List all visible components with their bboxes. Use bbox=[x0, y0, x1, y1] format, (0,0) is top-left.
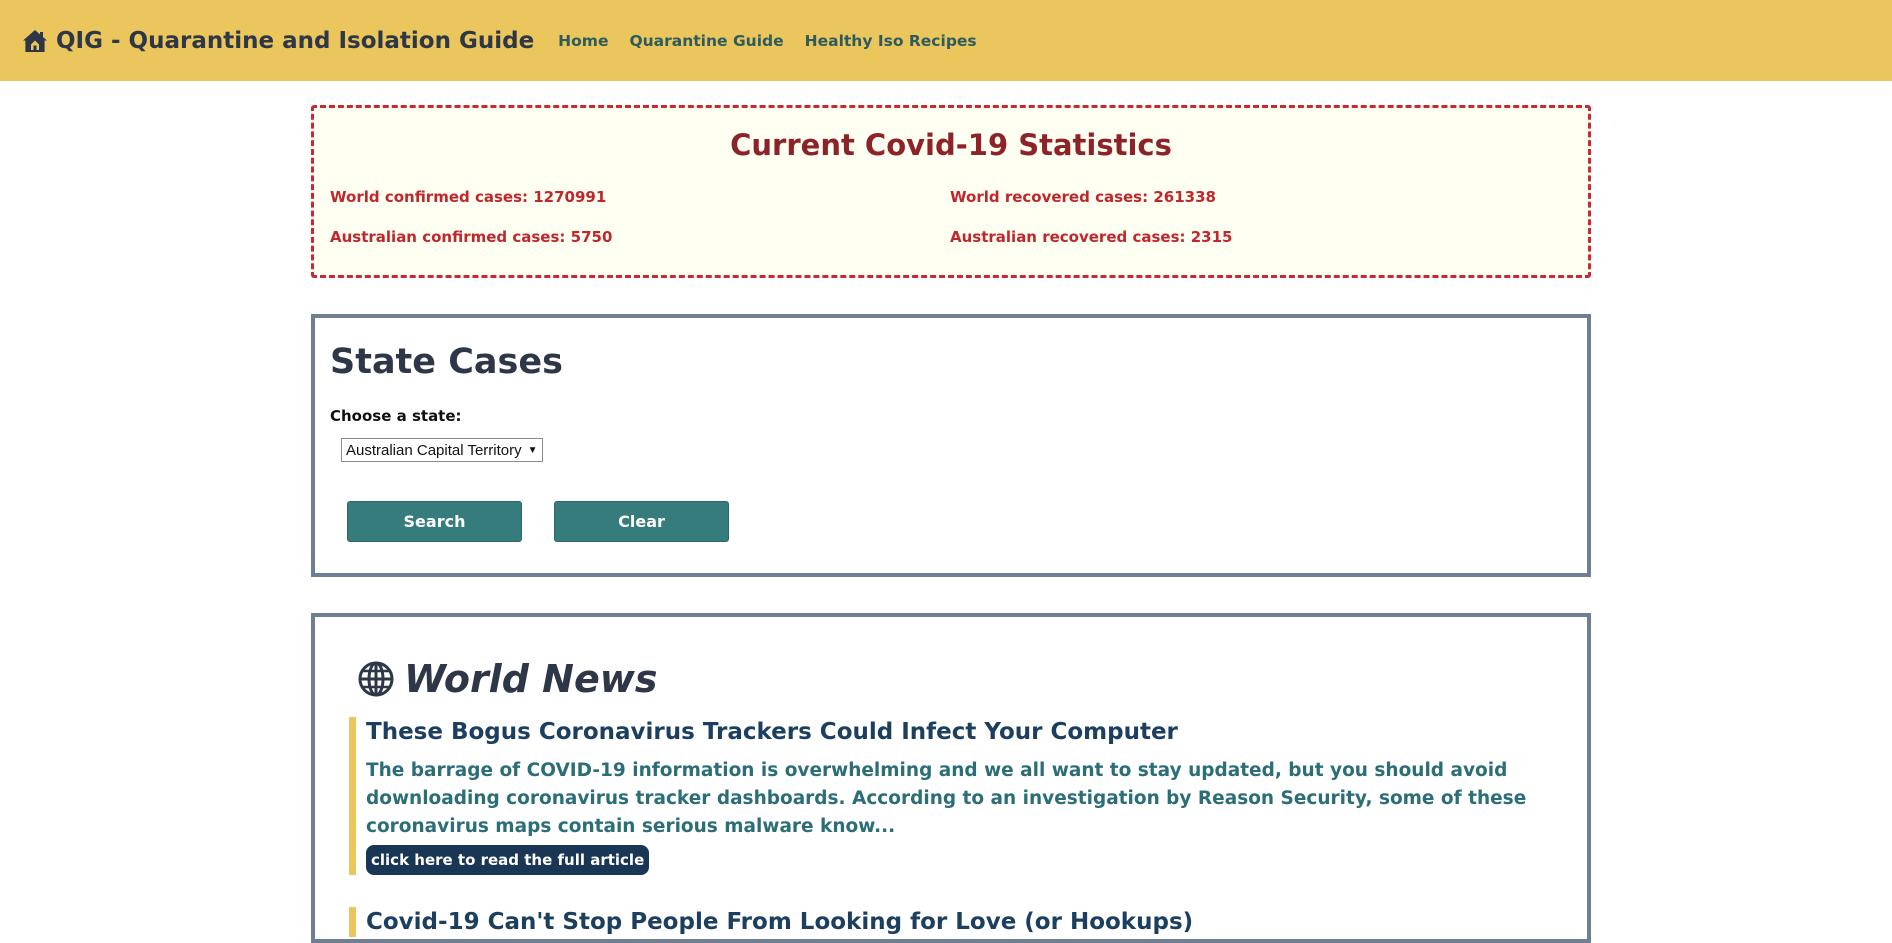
world-recovered-stat: World recovered cases: 261338 bbox=[950, 188, 1216, 206]
home-icon bbox=[23, 29, 47, 52]
world-news-panel: World News These Bogus Coronavirus Track… bbox=[311, 613, 1591, 943]
state-cases-panel: State Cases Choose a state: Australian C… bbox=[311, 314, 1591, 577]
world-confirmed-stat: World confirmed cases: 1270991 bbox=[330, 188, 607, 206]
world-news-title: World News bbox=[404, 657, 658, 701]
choose-state-label: Choose a state: bbox=[330, 407, 462, 425]
search-button[interactable]: Search bbox=[347, 501, 522, 542]
article-description: The barrage of COVID-19 information is o… bbox=[366, 760, 1527, 837]
news-article: Covid-19 Can't Stop People From Looking … bbox=[349, 907, 1559, 937]
nav-link-healthy-iso-recipes[interactable]: Healthy Iso Recipes bbox=[805, 32, 977, 50]
navbar: QIG - Quarantine and Isolation Guide Hom… bbox=[0, 0, 1892, 81]
dropdown-arrow-icon: ▼ bbox=[527, 444, 538, 456]
australian-recovered-stat: Australian recovered cases: 2315 bbox=[950, 228, 1233, 246]
globe-icon bbox=[358, 661, 394, 697]
article-title[interactable]: These Bogus Coronavirus Trackers Could I… bbox=[366, 717, 1559, 747]
read-full-article-button[interactable]: click here to read the full article bbox=[366, 845, 650, 875]
covid-stats-panel: Current Covid-19 Statistics World confir… bbox=[311, 105, 1591, 278]
stats-title: Current Covid-19 Statistics bbox=[730, 128, 1172, 162]
brand-link[interactable]: QIG - Quarantine and Isolation Guide bbox=[22, 28, 534, 54]
clear-button[interactable]: Clear bbox=[554, 501, 729, 542]
world-news-heading: World News bbox=[358, 657, 657, 701]
brand-title: QIG - Quarantine and Isolation Guide bbox=[56, 27, 535, 54]
state-select-value: Australian Capital Territory bbox=[346, 441, 522, 459]
article-title[interactable]: Covid-19 Can't Stop People From Looking … bbox=[366, 907, 1559, 937]
australian-confirmed-stat: Australian confirmed cases: 5750 bbox=[330, 228, 613, 246]
nav-link-quarantine-guide[interactable]: Quarantine Guide bbox=[629, 32, 783, 50]
state-select[interactable]: Australian Capital Territory ▼ bbox=[341, 438, 543, 462]
nav-link-home[interactable]: Home bbox=[558, 32, 608, 50]
state-cases-title: State Cases bbox=[330, 342, 563, 382]
news-article: These Bogus Coronavirus Trackers Could I… bbox=[349, 717, 1559, 875]
